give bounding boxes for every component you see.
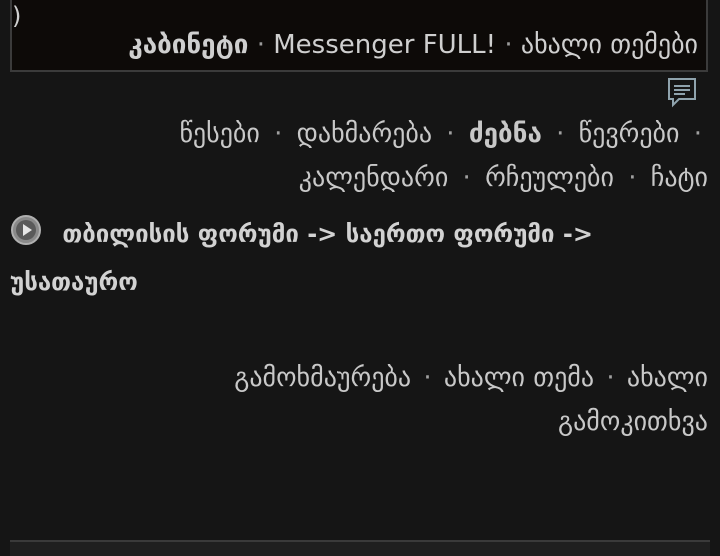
nav-rules[interactable]: წესები xyxy=(179,119,259,149)
separator: · xyxy=(628,163,637,193)
separator: · xyxy=(274,119,283,149)
nav-chat[interactable]: ჩატი xyxy=(651,163,708,193)
nav-search[interactable]: ძებნა xyxy=(469,119,542,149)
page: ) კაბინეტი · Messenger FULL! · ახალი თემ… xyxy=(0,0,720,556)
message-icon[interactable] xyxy=(666,76,698,108)
topic-actions: გამოხმაურება · ახალი თემა · ახალი გამოკი… xyxy=(108,356,708,444)
separator: · xyxy=(606,363,615,393)
reply-link[interactable]: გამოხმაურება xyxy=(234,363,411,393)
breadcrumb-arrow: -> xyxy=(307,220,338,248)
separator: · xyxy=(556,119,565,149)
breadcrumb: თბილისის ფორუმი -> საერთო ფორუმი -> უსათ… xyxy=(10,210,710,306)
nav-members[interactable]: წევრები xyxy=(579,119,680,149)
breadcrumb-forum[interactable]: თბილისის ფორუმი xyxy=(62,220,299,248)
top-bar: ) კაბინეტი · Messenger FULL! · ახალი თემ… xyxy=(10,0,708,72)
top-links: კაბინეტი · Messenger FULL! · ახალი თემებ… xyxy=(128,30,698,60)
separator: · xyxy=(256,30,265,60)
breadcrumb-arrow: -> xyxy=(562,220,593,248)
play-icon xyxy=(11,215,41,245)
main-nav: წესები · დახმარება · ძებნა · წევრები · კ… xyxy=(68,112,708,200)
separator: · xyxy=(693,119,702,149)
separator: · xyxy=(446,119,455,149)
new-topic-link[interactable]: ახალი თემა xyxy=(444,363,594,393)
separator: · xyxy=(423,363,432,393)
nav-help[interactable]: დახმარება xyxy=(297,119,432,149)
nav-calendar[interactable]: კალენდარი xyxy=(299,163,449,193)
nav-favorites[interactable]: რჩეულები xyxy=(485,163,614,193)
top-paren: ) xyxy=(12,2,22,30)
breadcrumb-untitled[interactable]: უსათაურო xyxy=(10,268,138,296)
cabinet-link[interactable]: კაბინეტი xyxy=(128,30,248,60)
new-topics-link[interactable]: ახალი თემები xyxy=(521,30,698,60)
bottom-bar xyxy=(10,540,710,556)
separator: · xyxy=(462,163,471,193)
breadcrumb-general[interactable]: საერთო ფორუმი xyxy=(346,220,555,248)
separator: · xyxy=(504,30,513,60)
messenger-link[interactable]: Messenger FULL! xyxy=(273,30,496,60)
